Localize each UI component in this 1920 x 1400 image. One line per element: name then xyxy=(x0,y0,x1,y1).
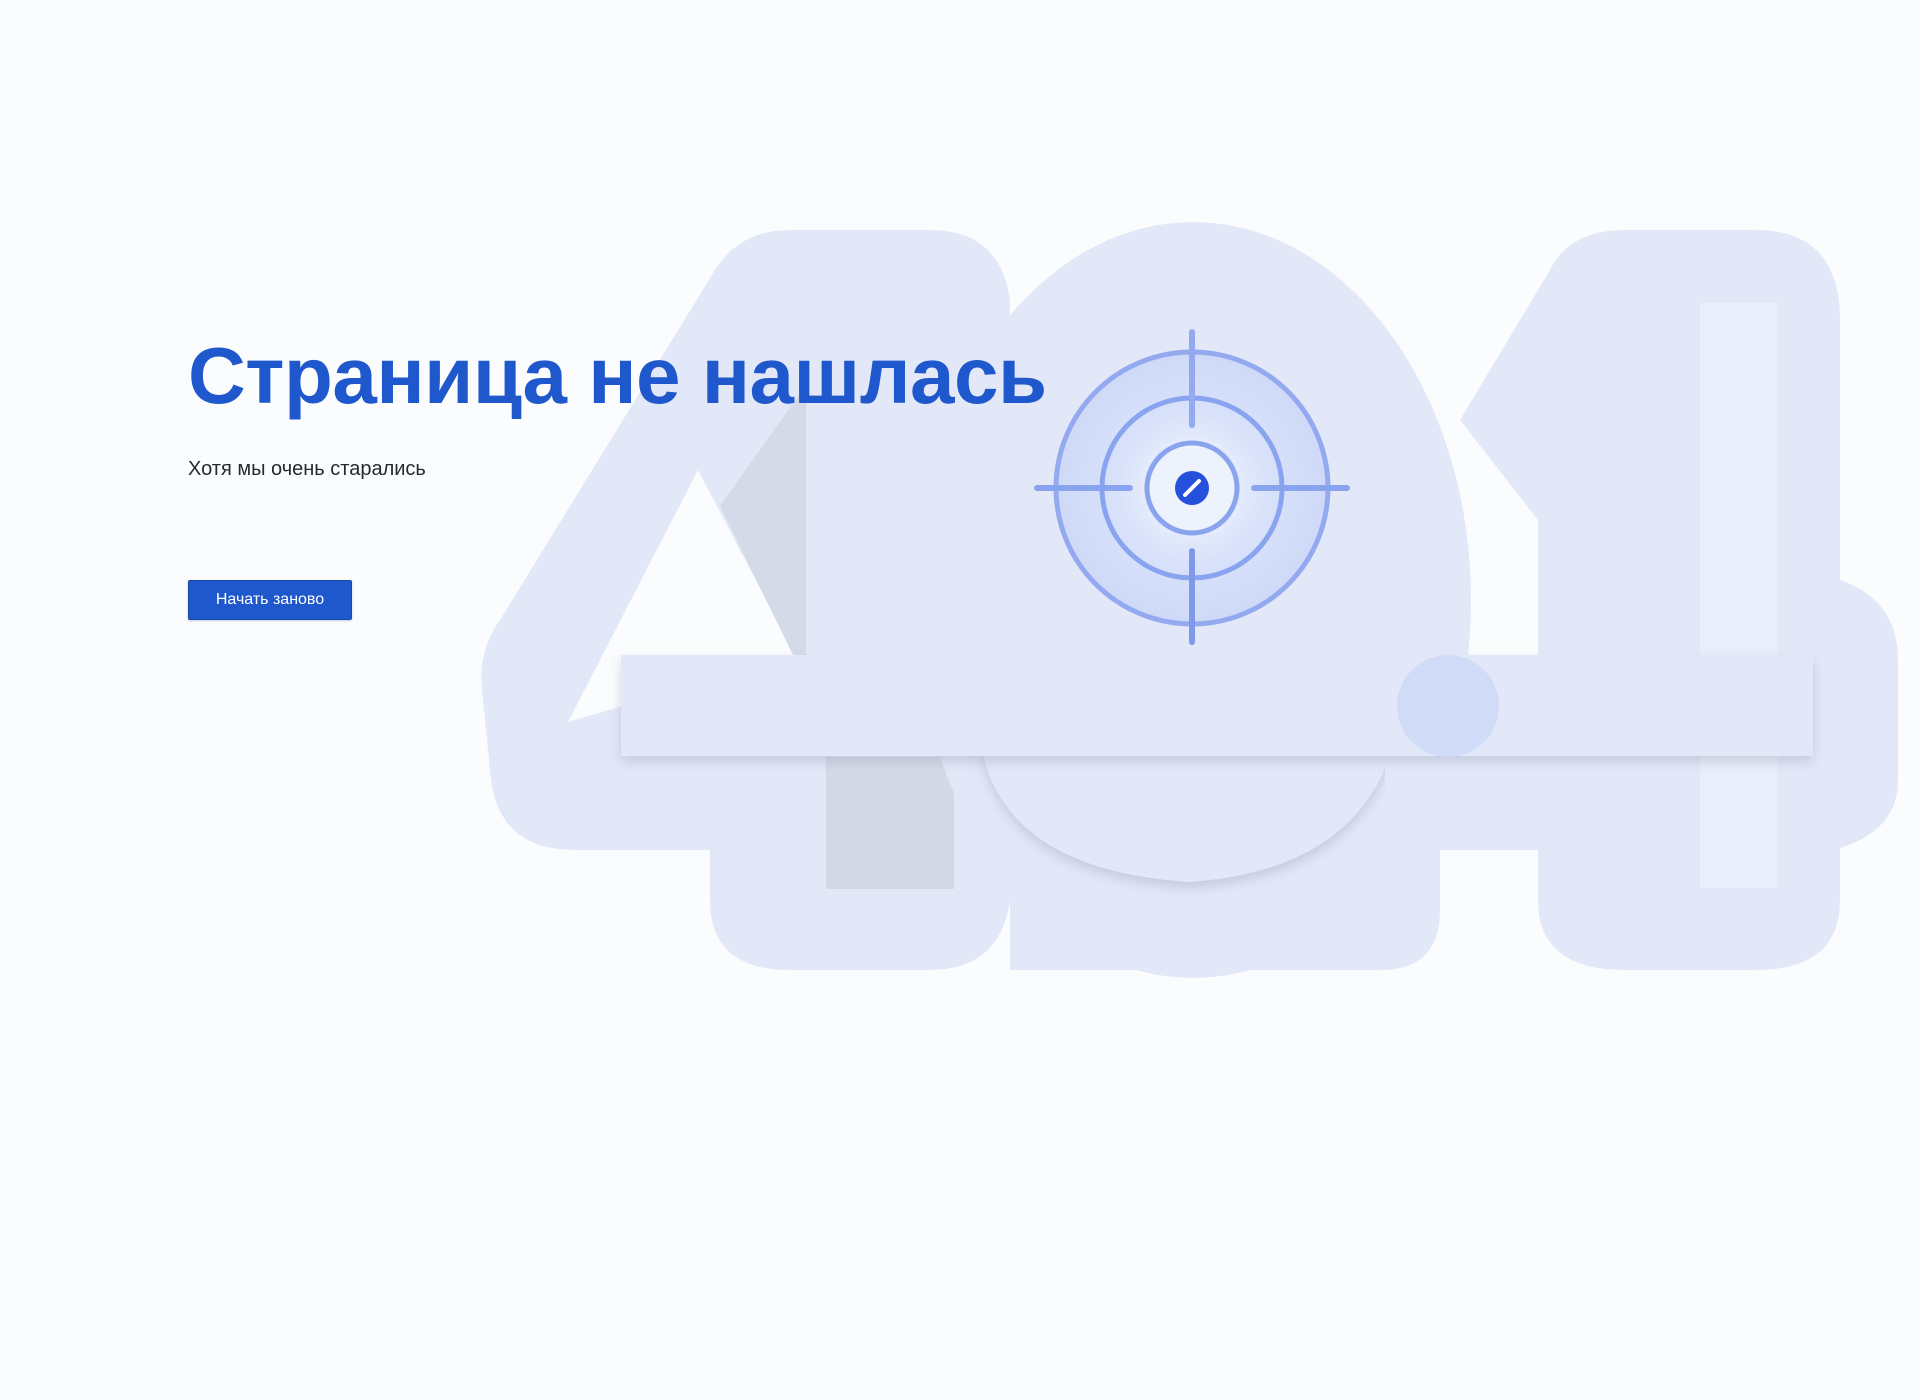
page-title: Страница не нашлась xyxy=(188,331,1047,420)
restart-button[interactable]: Начать заново xyxy=(188,580,352,620)
error-message-block: Страница не нашлась Хотя мы очень старал… xyxy=(188,330,1047,482)
error-404-illustration xyxy=(481,222,1898,978)
decorative-dot xyxy=(1397,655,1499,757)
digit-bar-shape xyxy=(621,655,1813,756)
page-subtitle: Хотя мы очень старались xyxy=(188,458,426,480)
